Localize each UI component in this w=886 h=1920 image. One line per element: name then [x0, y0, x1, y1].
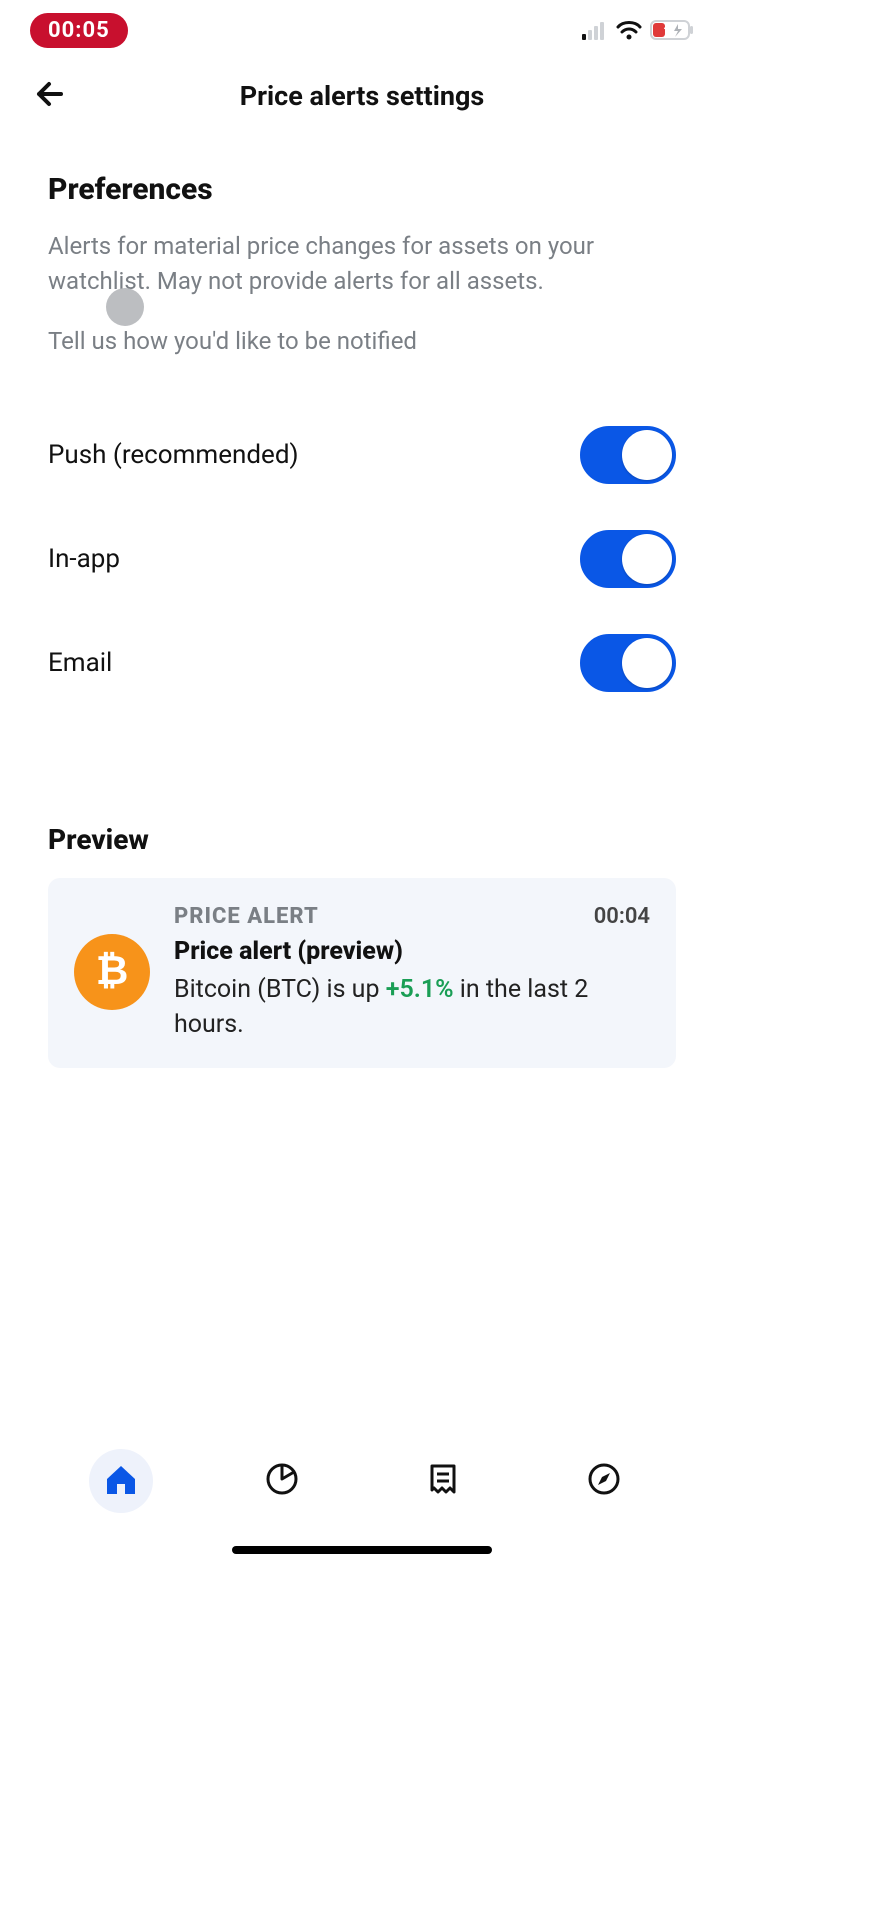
preview-card: ₿ PRICE ALERT 00:04 Price alert (preview… [48, 878, 676, 1068]
receipt-icon [425, 1461, 461, 1501]
page-title: Price alerts settings [0, 80, 724, 112]
preference-row-push: Push (recommended) [48, 405, 676, 505]
nav-explore[interactable] [572, 1449, 636, 1513]
home-indicator[interactable] [232, 1546, 492, 1554]
compass-icon [586, 1461, 622, 1501]
preview-timestamp: 00:04 [594, 904, 650, 929]
home-icon [103, 1461, 139, 1501]
preference-row-inapp: In-app [48, 509, 676, 609]
nav-portfolio[interactable] [250, 1449, 314, 1513]
touch-indicator-dot [106, 288, 144, 326]
preference-label: In-app [48, 544, 120, 574]
bitcoin-icon: ₿ [74, 934, 150, 1010]
content-area: Preferences Alerts for material price ch… [0, 132, 724, 1416]
page-header: Price alerts settings [0, 60, 724, 132]
nav-activity[interactable] [411, 1449, 475, 1513]
status-time-pill: 00:05 [30, 13, 128, 48]
toggle-inapp[interactable] [580, 530, 676, 588]
nav-home[interactable] [89, 1449, 153, 1513]
preference-label: Push (recommended) [48, 440, 299, 470]
cellular-signal-icon [582, 20, 608, 40]
status-bar: 00:05 [0, 0, 724, 60]
preview-tag: PRICE ALERT [174, 904, 319, 929]
preference-row-email: Email [48, 613, 676, 713]
battery-icon: 13 [650, 19, 694, 41]
arrow-left-icon [31, 75, 69, 117]
preview-text-prefix: Bitcoin (BTC) is up [174, 975, 386, 1004]
toggle-email[interactable] [580, 634, 676, 692]
preview-heading: Price alert (preview) [174, 937, 650, 966]
bitcoin-glyph: ₿ [96, 949, 129, 994]
preview-text: Bitcoin (BTC) is up +5.1% in the last 2 … [174, 972, 650, 1042]
toggle-push[interactable] [580, 426, 676, 484]
status-icons-right: 13 [582, 19, 694, 41]
preview-pct-change: +5.1% [386, 975, 454, 1004]
preferences-description: Alerts for material price changes for as… [48, 229, 676, 299]
preferences-title: Preferences [48, 172, 676, 207]
bottom-nav [0, 1416, 724, 1546]
preferences-subdescription: Tell us how you'd like to be notified [48, 327, 676, 355]
back-button[interactable] [20, 66, 80, 126]
wifi-icon [616, 20, 642, 40]
preference-label: Email [48, 648, 112, 678]
pie-chart-icon [264, 1461, 300, 1501]
preview-section-title: Preview [48, 823, 676, 856]
